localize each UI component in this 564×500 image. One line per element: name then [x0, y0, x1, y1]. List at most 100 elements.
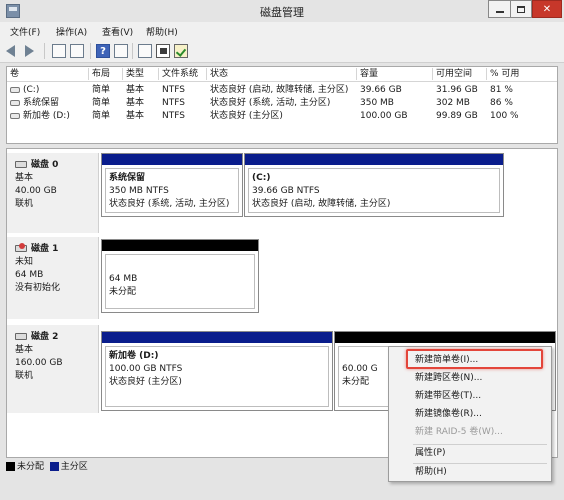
partition-body: 64 MB 未分配 — [105, 254, 255, 309]
volume-name: 系统保留 — [23, 98, 60, 108]
disk-info-0[interactable]: 磁盘 0 基本 40.00 GB 联机 — [7, 153, 99, 233]
primary-partition-bar — [102, 332, 332, 343]
volume-filesystem: NTFS — [162, 111, 185, 121]
col-percent-free[interactable]: % 可用 — [487, 68, 557, 80]
volume-filesystem: NTFS — [162, 98, 185, 108]
partition-body: (C:) 39.66 GB NTFS 状态良好 (启动, 故障转储, 主分区) — [248, 168, 500, 213]
partition-system-reserved[interactable]: 系统保留 350 MB NTFS 状态良好 (系统, 活动, 主分区) — [101, 153, 243, 217]
toolbar-separator — [132, 43, 133, 59]
volume-filesystem: NTFS — [162, 85, 185, 95]
menu-action[interactable]: 操作(A) — [56, 25, 87, 38]
disk-info-2[interactable]: 磁盘 2 基本 160.00 GB 联机 — [7, 325, 99, 413]
volume-type: 基本 — [126, 98, 145, 108]
disk-icon — [15, 161, 27, 168]
partition-unallocated-disk1[interactable]: 64 MB 未分配 — [101, 239, 259, 313]
partition-size: 100.00 GB NTFS — [109, 364, 183, 374]
col-free-space[interactable]: 可用空间 — [433, 68, 487, 80]
disk-row-1: 磁盘 1 未知 64 MB 没有初始化 64 MB 未分配 — [7, 237, 557, 319]
volume-list-header: 卷 布局 类型 文件系统 状态 容量 可用空间 % 可用 — [7, 67, 557, 82]
details-view-icon[interactable] — [114, 44, 128, 58]
partition-body: 系统保留 350 MB NTFS 状态良好 (系统, 活动, 主分区) — [105, 168, 239, 213]
refresh-icon[interactable] — [138, 44, 152, 58]
forward-arrow-icon[interactable] — [25, 45, 34, 57]
volume-row[interactable]: 新加卷 (D:) 简单 基本 NTFS 状态良好 (主分区) 100.00 GB… — [7, 110, 557, 123]
show-hide-console-tree-icon[interactable] — [52, 44, 66, 58]
highlight-annotation-box — [406, 349, 543, 369]
close-button[interactable]: ✕ — [532, 0, 562, 18]
rescan-disks-icon[interactable] — [174, 44, 188, 58]
disk-management-window: 磁盘管理 ✕ 文件(F) 操作(A) 查看(V) 帮助(H) ? 卷 布局 类型… — [0, 0, 564, 500]
toolbar: ? — [0, 40, 564, 63]
disk-size: 40.00 GB — [15, 186, 57, 196]
col-capacity[interactable]: 容量 — [357, 68, 433, 80]
menu-new-striped-volume[interactable]: 新建带区卷(T)... — [415, 388, 481, 405]
menu-new-raid5-volume: 新建 RAID-5 卷(W)... — [415, 427, 503, 437]
disk-name: 磁盘 1 — [31, 244, 59, 254]
partition-status: 未分配 — [109, 287, 137, 297]
partition-body: 新加卷 (D:) 100.00 GB NTFS 状态良好 (主分区) — [105, 346, 329, 407]
disk-row-0: 磁盘 0 基本 40.00 GB 联机 系统保留 350 MB NTFS 状态良… — [7, 153, 557, 233]
close-icon: ✕ — [542, 3, 552, 15]
list-view-icon[interactable] — [70, 44, 84, 58]
volume-free-space: 31.96 GB — [436, 85, 478, 95]
volume-free-space: 302 MB — [436, 98, 470, 108]
menu-help[interactable]: 帮助(H) — [146, 25, 178, 38]
menu-view[interactable]: 查看(V) — [102, 25, 133, 38]
drive-icon — [10, 99, 20, 106]
menu-new-spanned-volume[interactable]: 新建跨区卷(N)... — [415, 370, 482, 387]
volume-layout: 简单 — [92, 85, 111, 95]
partition-name: (C:) — [252, 173, 271, 183]
partition-status: 状态良好 (启动, 故障转储, 主分区) — [252, 199, 391, 209]
col-filesystem[interactable]: 文件系统 — [159, 68, 207, 80]
back-arrow-icon[interactable] — [6, 45, 15, 57]
volume-status: 状态良好 (系统, 活动, 主分区) — [210, 98, 331, 108]
toolbar-separator — [90, 43, 91, 59]
col-type[interactable]: 类型 — [123, 68, 159, 80]
volume-percent-free: 81 % — [490, 85, 513, 95]
col-volume[interactable]: 卷 — [7, 68, 89, 80]
volume-row[interactable]: (C:) 简单 基本 NTFS 状态良好 (启动, 故障转储, 主分区) 39.… — [7, 84, 557, 97]
volume-free-space: 99.89 GB — [436, 111, 478, 121]
volume-layout: 简单 — [92, 111, 111, 121]
disk-icon — [15, 333, 27, 340]
volume-percent-free: 86 % — [490, 98, 513, 108]
partition-c[interactable]: (C:) 39.66 GB NTFS 状态良好 (启动, 故障转储, 主分区) — [244, 153, 504, 217]
minimize-icon — [495, 11, 504, 13]
disk-status: 没有初始化 — [15, 283, 61, 293]
volume-name: (C:) — [23, 85, 40, 95]
volume-row[interactable]: 系统保留 简单 基本 NTFS 状态良好 (系统, 活动, 主分区) 350 M… — [7, 97, 557, 110]
disk-name: 磁盘 2 — [31, 332, 59, 342]
legend-primary: 主分区 — [60, 462, 88, 472]
disk-size: 64 MB — [15, 270, 44, 280]
partition-status: 状态良好 (主分区) — [109, 377, 182, 387]
disk-type: 未知 — [15, 257, 34, 267]
drive-icon — [10, 112, 20, 119]
properties-icon[interactable] — [156, 44, 170, 58]
help-icon[interactable]: ? — [96, 44, 110, 58]
disk-type: 基本 — [15, 345, 34, 355]
volume-capacity: 100.00 GB — [360, 111, 408, 121]
menu-bar: 文件(F) 操作(A) 查看(V) 帮助(H) — [0, 22, 564, 40]
partition-size: 64 MB — [109, 274, 138, 284]
partition-d[interactable]: 新加卷 (D:) 100.00 GB NTFS 状态良好 (主分区) — [101, 331, 333, 411]
disk-info-1[interactable]: 磁盘 1 未知 64 MB 没有初始化 — [7, 237, 99, 319]
disk-size: 160.00 GB — [15, 358, 63, 368]
title-bar[interactable]: 磁盘管理 ✕ — [0, 0, 564, 22]
volume-capacity: 39.66 GB — [360, 85, 402, 95]
menu-new-mirrored-volume[interactable]: 新建镜像卷(R)... — [415, 406, 482, 423]
volume-type: 基本 — [126, 111, 145, 121]
col-layout[interactable]: 布局 — [89, 68, 123, 80]
minimize-button[interactable] — [488, 0, 510, 18]
menu-help-item[interactable]: 帮助(H) — [415, 464, 447, 481]
menu-file[interactable]: 文件(F) — [10, 25, 40, 38]
disk-status: 联机 — [15, 371, 34, 381]
drive-icon — [10, 86, 20, 93]
uninitialized-disk-icon — [15, 243, 27, 252]
primary-partition-bar — [245, 154, 503, 165]
legend-unallocated: 未分配 — [17, 462, 45, 472]
partition-status: 状态良好 (系统, 活动, 主分区) — [109, 199, 230, 209]
menu-properties[interactable]: 属性(P) — [415, 445, 445, 462]
col-status[interactable]: 状态 — [207, 68, 357, 80]
maximize-button[interactable] — [510, 0, 532, 18]
partition-name: 新加卷 (D:) — [109, 351, 159, 361]
